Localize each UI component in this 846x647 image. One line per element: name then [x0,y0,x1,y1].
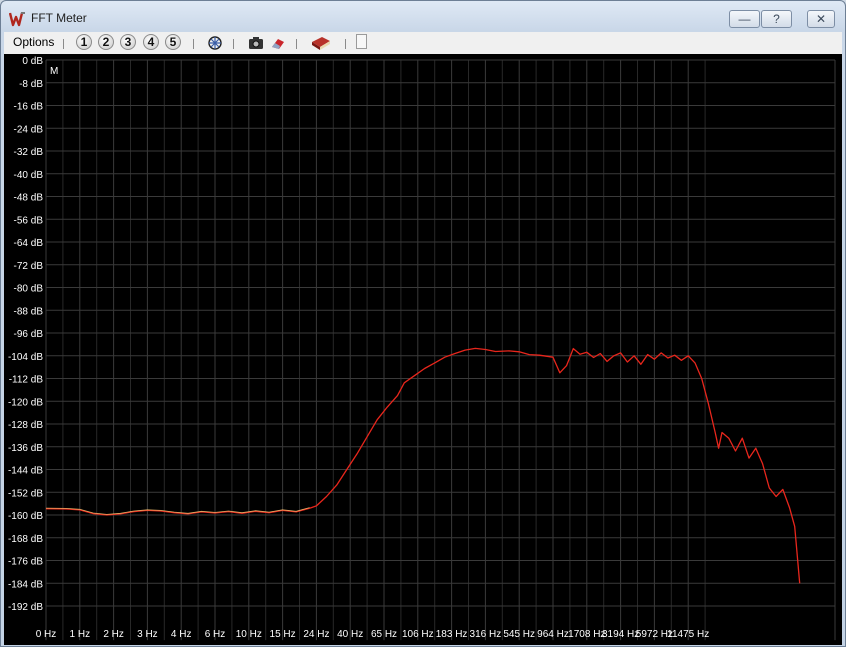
x-tick-label: 40 Hz [337,629,363,640]
toolbar: Options 1 2 3 4 5 [4,32,842,54]
preset-4-button[interactable]: 4 [143,34,159,50]
help-button[interactable]: ? [761,10,792,28]
x-tick-label: 183 Hz [436,629,468,640]
y-tick-label: -48 dB [14,193,44,204]
grid-lines [45,59,836,641]
x-tick-label: 545 Hz [503,629,535,640]
fft-meter-window: FFT Meter — ? ✕ Options 1 2 3 4 5 0 dB -… [0,0,846,647]
spectrum-trace [45,347,801,584]
display-toggle[interactable] [356,34,367,49]
y-tick-label: -152 dB [8,488,43,499]
y-tick-label: -144 dB [8,466,43,477]
toolbar-separator [63,39,64,49]
toolbar-separator [296,39,297,49]
preset-1-button[interactable]: 1 [76,34,92,50]
y-tick-label: -16 dB [14,102,44,113]
fft-spectrum-chart: 0 dB -8 dB -16 dB -24 dB -32 dB -40 dB -48 dB -… [8,56,836,641]
app-logo-icon [9,12,25,27]
toolbar-separator [193,39,194,49]
y-tick-label: -168 dB [8,534,43,545]
minimize-button[interactable]: — [729,10,760,28]
x-tick-label: 3194 Hz [602,629,639,640]
x-tick-label: 106 Hz [402,629,434,640]
x-tick-label: 316 Hz [470,629,502,640]
book-icon[interactable] [310,34,332,52]
window-title: FFT Meter [31,11,87,25]
eraser-icon[interactable] [269,34,287,52]
grid-icon[interactable] [206,34,224,52]
preset-3-button[interactable]: 3 [120,34,136,50]
y-tick-label: -160 dB [8,511,43,522]
x-tick-label: 3 Hz [137,629,158,640]
y-axis-labels: 0 dB -8 dB -16 dB -24 dB -32 dB -40 dB -48 dB -… [8,56,43,613]
x-tick-label: 964 Hz [537,629,569,640]
y-tick-label: 0 dB [22,56,43,67]
y-tick-label: -88 dB [14,306,44,317]
x-tick-label: 15 Hz [270,629,296,640]
x-tick-label: 0 Hz [36,629,57,640]
y-tick-label: -32 dB [14,147,44,158]
toolbar-separator [345,39,346,49]
y-tick-label: -120 dB [8,397,43,408]
y-tick-label: -64 dB [14,238,44,249]
y-tick-label: -80 dB [14,284,44,295]
y-tick-label: -192 dB [8,602,43,613]
y-tick-label: -104 dB [8,352,43,363]
y-tick-label: -128 dB [8,420,43,431]
x-tick-label: 2 Hz [103,629,124,640]
y-tick-label: -184 dB [8,579,43,590]
y-tick-label: -24 dB [14,124,44,135]
x-tick-label: 24 Hz [303,629,329,640]
fft-plot-area[interactable]: 0 dB -8 dB -16 dB -24 dB -32 dB -40 dB -48 dB -… [4,54,842,645]
y-tick-label: -72 dB [14,261,44,272]
x-tick-label: 1708 Hz [568,629,605,640]
x-tick-label: 4 Hz [171,629,192,640]
x-tick-label: 65 Hz [371,629,397,640]
toolbar-separator [233,39,234,49]
preset-2-button[interactable]: 2 [98,34,114,50]
title-bar[interactable]: FFT Meter — ? ✕ [1,1,845,33]
y-tick-label: -176 dB [8,557,43,568]
preset-5-button[interactable]: 5 [165,34,181,50]
x-tick-label: 11475 Hz [667,629,709,640]
y-tick-label: -8 dB [19,79,43,90]
options-menu[interactable]: Options [13,35,54,49]
x-tick-label: 6 Hz [205,629,226,640]
x-tick-label: 1 Hz [70,629,91,640]
camera-icon[interactable] [247,34,265,52]
spectrum-line [45,347,801,584]
y-tick-label: -136 dB [8,443,43,454]
x-axis-labels: 0 Hz 1 Hz 2 Hz 3 Hz 4 Hz 6 Hz 10 Hz 15 Hz 24 Hz 4… [36,629,710,640]
close-button[interactable]: ✕ [807,10,835,28]
y-tick-label: -56 dB [14,215,44,226]
x-tick-label: 10 Hz [236,629,262,640]
marker-label: M [50,66,58,77]
y-tick-label: -40 dB [14,170,44,181]
y-tick-label: -96 dB [14,329,44,340]
y-tick-label: -112 dB [9,375,44,386]
